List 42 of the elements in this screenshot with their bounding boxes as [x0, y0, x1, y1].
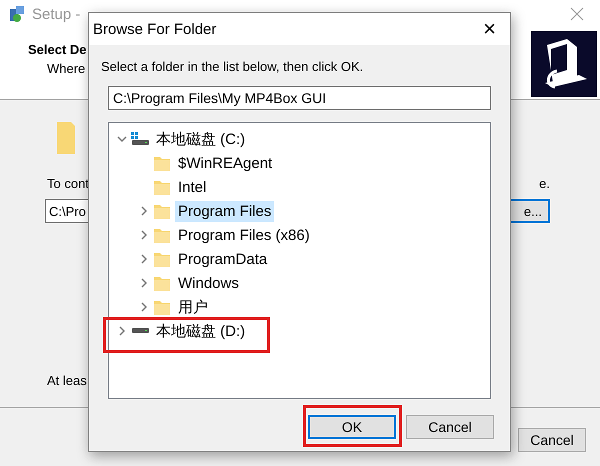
chevron-right-icon[interactable] [139, 230, 149, 240]
close-button[interactable]: × [477, 16, 502, 42]
folder-icon [153, 250, 171, 268]
tree-item[interactable]: Intel [175, 176, 210, 198]
chevron-right-icon[interactable] [117, 326, 127, 336]
installer-icon [8, 5, 26, 23]
page-heading: Select De [28, 42, 87, 57]
folder-icon [153, 274, 171, 292]
ok-button[interactable]: OK [308, 415, 396, 439]
folder-icon [153, 226, 171, 244]
drive-icon [131, 132, 149, 146]
computer-install-logo [531, 31, 597, 97]
dialog-title: Browse For Folder [93, 20, 216, 38]
instruction-text: Select a folder in the list below, then click OK. [101, 59, 364, 74]
tree-item[interactable]: 用户 [175, 296, 211, 318]
window-title: Setup - [32, 6, 80, 22]
folder-icon [153, 154, 171, 172]
tree-item[interactable]: Program Files [175, 200, 274, 222]
folder-icon [153, 202, 171, 220]
cancel-button[interactable]: Cancel [406, 415, 494, 439]
tree-item[interactable]: $WinREAgent [175, 152, 276, 174]
close-icon[interactable] [570, 7, 584, 21]
cancel-button[interactable]: Cancel [518, 428, 586, 452]
folder-icon [153, 178, 171, 196]
page-subheading: Where [46, 61, 86, 76]
tree-item[interactable]: 本地磁盘 (D:) [153, 320, 248, 342]
chevron-right-icon[interactable] [139, 278, 149, 288]
folder-path-field[interactable]: C:\Program Files\My MP4Box GUI [108, 86, 491, 110]
chevron-right-icon[interactable] [139, 302, 149, 312]
instruction-text: e. [539, 176, 550, 191]
folder-icon [55, 120, 77, 156]
instruction-text: To cont [47, 176, 89, 191]
tree-item[interactable]: Program Files (x86) [175, 224, 313, 246]
folder-icon [153, 298, 171, 316]
tree-item[interactable]: 本地磁盘 (C:) [153, 128, 248, 150]
drive-icon [131, 328, 149, 334]
chevron-right-icon[interactable] [139, 254, 149, 264]
space-note: At leas [47, 373, 88, 388]
tree-item[interactable]: ProgramData [175, 248, 270, 270]
chevron-down-icon[interactable] [117, 134, 127, 144]
tree-item[interactable]: Windows [175, 272, 242, 294]
chevron-right-icon[interactable] [139, 206, 149, 216]
